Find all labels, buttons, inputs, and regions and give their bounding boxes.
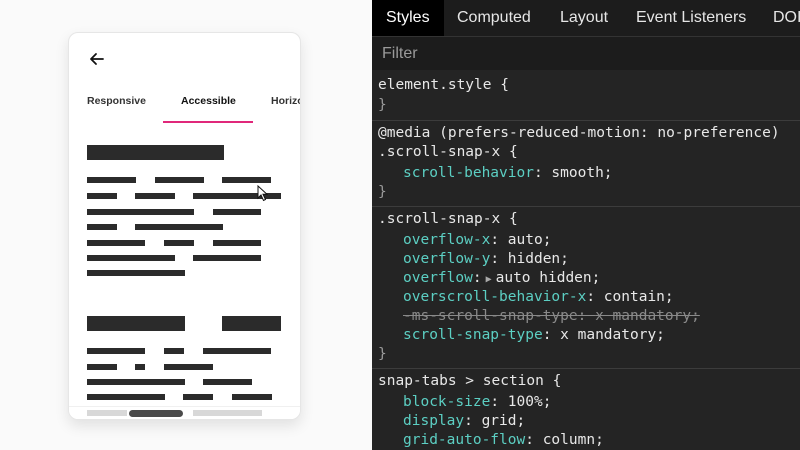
placeholder-text-bar bbox=[87, 209, 194, 215]
scrollbar-thumb[interactable] bbox=[129, 410, 183, 417]
rule-close-brace: } bbox=[378, 346, 387, 362]
css-declaration[interactable]: overflow-y: hidden; bbox=[403, 250, 569, 269]
snap-tabs-nav: Responsive Accessible Horizo bbox=[69, 85, 300, 123]
rule-close-brace: } bbox=[378, 97, 387, 113]
tab-layout[interactable]: Layout bbox=[560, 0, 608, 36]
placeholder-text-bar bbox=[213, 209, 261, 215]
rule-divider bbox=[372, 206, 800, 207]
tab-dom-breakpoints[interactable]: DOI bbox=[773, 0, 800, 36]
css-declaration[interactable]: overscroll-behavior-x: contain; bbox=[403, 288, 674, 307]
tab-event-listeners[interactable]: Event Listeners bbox=[636, 0, 746, 36]
placeholder-text-bar bbox=[213, 410, 262, 416]
placeholder-text-bar bbox=[213, 240, 261, 246]
placeholder-heading bbox=[87, 316, 185, 331]
preview-area: Responsive Accessible Horizo bbox=[0, 0, 372, 450]
placeholder-text-bar bbox=[193, 410, 213, 416]
css-declaration[interactable]: block-size: 100%; bbox=[403, 393, 551, 412]
tab-computed[interactable]: Computed bbox=[457, 0, 531, 36]
tab-horizontal[interactable]: Horizo bbox=[271, 95, 300, 107]
expand-triangle-icon[interactable]: ▶ bbox=[486, 274, 492, 285]
devtools-panel: Styles Computed Layout Event Listeners D… bbox=[372, 0, 800, 450]
placeholder-text-bar bbox=[164, 348, 184, 354]
placeholder-text-bar bbox=[135, 224, 223, 230]
rule-selector[interactable]: .scroll-snap-x { bbox=[378, 210, 518, 229]
rule-divider bbox=[372, 368, 800, 369]
placeholder-heading bbox=[222, 316, 281, 331]
rule-divider bbox=[372, 120, 800, 121]
filter-bar bbox=[372, 36, 800, 70]
rule-selector[interactable]: element.style { bbox=[378, 76, 509, 95]
css-declaration[interactable]: scroll-snap-type: x mandatory; bbox=[403, 326, 665, 345]
placeholder-text-bar bbox=[87, 224, 117, 230]
filter-input[interactable] bbox=[382, 44, 682, 64]
rule-close-brace: } bbox=[378, 184, 387, 200]
mouse-pointer-icon bbox=[257, 185, 269, 202]
media-query: @media (prefers-reduced-motion: no-prefe… bbox=[378, 125, 780, 141]
placeholder-text-bar bbox=[87, 394, 165, 400]
placeholder-text-bar bbox=[87, 348, 145, 354]
placeholder-text-bar bbox=[135, 364, 145, 370]
devtools-tab-bar: Styles Computed Layout Event Listeners D… bbox=[372, 0, 800, 36]
tab-responsive[interactable]: Responsive bbox=[87, 95, 146, 107]
placeholder-text-bar bbox=[87, 240, 145, 246]
placeholder-text-bar bbox=[87, 177, 136, 183]
placeholder-text-bar bbox=[164, 240, 194, 246]
placeholder-text-bar bbox=[87, 364, 117, 370]
placeholder-text-bar bbox=[87, 379, 185, 385]
tab-styles[interactable]: Styles bbox=[372, 0, 444, 36]
placeholder-text-bar bbox=[203, 379, 252, 385]
placeholder-text-bar bbox=[155, 177, 204, 183]
css-declaration[interactable]: scroll-behavior: smooth; bbox=[403, 164, 613, 183]
placeholder-text-bar bbox=[203, 348, 271, 354]
phone-frame: Responsive Accessible Horizo bbox=[68, 32, 301, 420]
placeholder-text-bar bbox=[87, 193, 117, 199]
tab-indicator bbox=[163, 121, 253, 123]
placeholder-text-bar bbox=[222, 177, 271, 183]
placeholder-text-bar bbox=[232, 394, 272, 400]
placeholder-text-bar bbox=[135, 193, 175, 199]
placeholder-text-bar bbox=[183, 394, 213, 400]
placeholder-text-bar bbox=[87, 410, 127, 416]
placeholder-text-bar bbox=[87, 270, 185, 276]
css-declaration[interactable]: overflow: ▶ auto hidden; bbox=[403, 269, 600, 289]
css-declaration[interactable]: grid-auto-flow: column; bbox=[403, 431, 604, 450]
tab-accessible[interactable]: Accessible bbox=[181, 95, 236, 107]
css-declaration[interactable]: display: grid; bbox=[403, 412, 525, 431]
rule-selector[interactable]: snap-tabs > section { bbox=[378, 372, 561, 391]
placeholder-text-bar bbox=[164, 364, 213, 370]
arrow-left-icon[interactable] bbox=[87, 49, 107, 69]
placeholder-text-bar bbox=[193, 255, 261, 261]
css-declaration[interactable]: overflow-x: auto; bbox=[403, 231, 551, 250]
horizontal-scrollbar[interactable] bbox=[69, 406, 300, 419]
css-declaration-overridden[interactable]: -ms-scroll-snap-type: x mandatory; bbox=[403, 307, 700, 326]
placeholder-heading bbox=[87, 145, 224, 160]
placeholder-text-bar bbox=[87, 255, 175, 261]
rule-selector[interactable]: .scroll-snap-x { bbox=[378, 143, 518, 162]
